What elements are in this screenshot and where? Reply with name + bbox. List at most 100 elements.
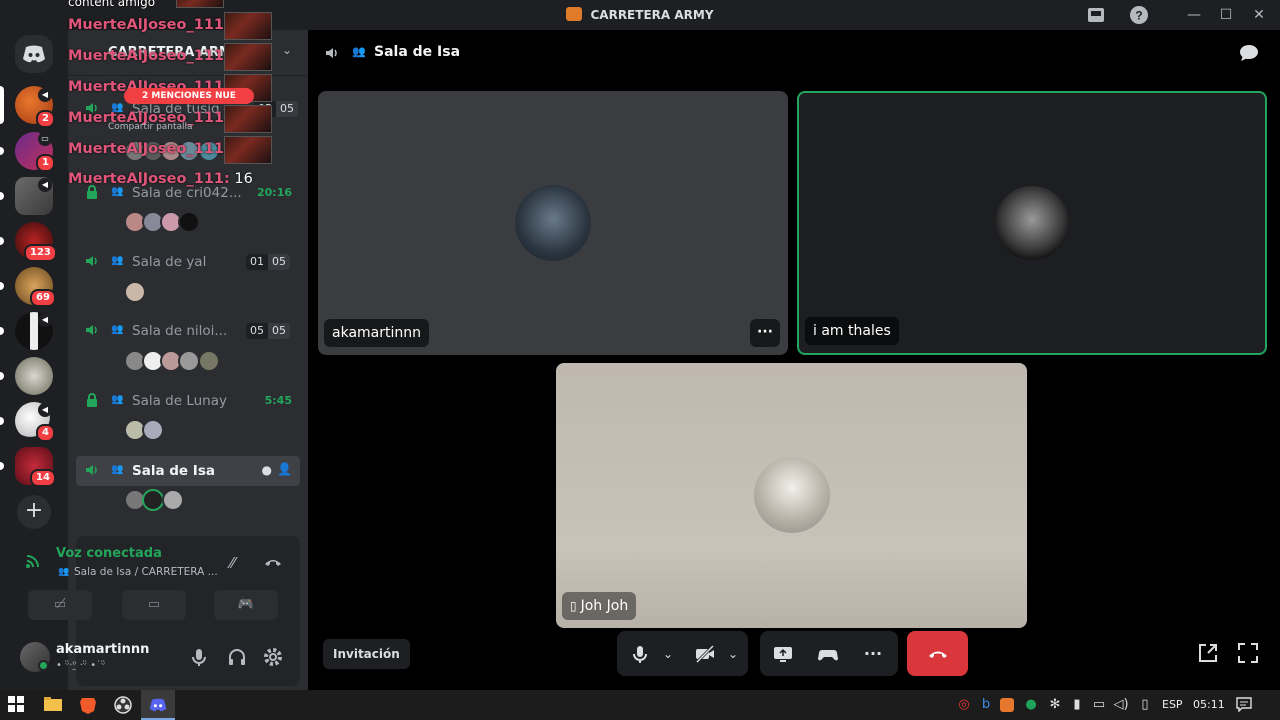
server-badge: 123 (24, 244, 57, 262)
popout-icon[interactable] (1197, 642, 1219, 664)
add-server-button[interactable]: + (17, 495, 51, 529)
avatar[interactable] (178, 211, 200, 233)
language-indicator[interactable]: ESP (1162, 698, 1183, 711)
voice-channel-lunay[interactable]: 👥 Sala de Lunay 5:45 (76, 386, 300, 416)
obs-icon[interactable] (114, 696, 132, 714)
inbox-icon[interactable] (1086, 5, 1106, 25)
tray-orange-icon[interactable] (1000, 698, 1014, 712)
volume-icon[interactable]: ◁) (1112, 696, 1130, 714)
user-limit: 01 05 (246, 254, 290, 270)
discord-home-button[interactable] (15, 35, 53, 73)
more-options-button[interactable]: ··· (750, 319, 780, 347)
voice-channel-niloi[interactable]: 👥 Sala de niloi... 05 05 (76, 316, 300, 346)
voice-location[interactable]: Sala de Isa / CARRETERA ... (74, 566, 218, 578)
chat-icon[interactable] (1238, 43, 1260, 63)
channel-header: 👥 Sala de Isa (308, 30, 1280, 76)
chevron-down-icon[interactable]: ⌄ (657, 643, 679, 665)
chat-bubble-icon[interactable]: ● (262, 463, 272, 477)
overlay-thumbnail (224, 12, 272, 40)
hang-up-icon (928, 651, 947, 658)
mentions-banner[interactable]: 2 MENCIONES NUE (124, 88, 254, 104)
avatar[interactable] (198, 350, 220, 372)
server-icon-7[interactable] (15, 357, 53, 395)
speaker-icon: ◀ (38, 88, 52, 102)
gamepad-icon[interactable] (817, 643, 839, 665)
participant-tile[interactable]: akamartinnn ··· (318, 91, 788, 355)
microphone-icon[interactable] (629, 643, 651, 665)
username[interactable]: akamartinnn (56, 642, 149, 657)
server-badge: 69 (30, 289, 56, 307)
bing-icon[interactable]: b (977, 696, 995, 714)
server-pip (0, 327, 4, 335)
user-icon: 👥 (58, 567, 70, 577)
fullscreen-icon[interactable] (1237, 642, 1259, 664)
tray-app-icon[interactable]: ◎ (955, 696, 973, 714)
help-icon[interactable]: ? (1129, 5, 1149, 25)
video-off-button[interactable]: ▭̸ (28, 590, 92, 620)
voice-channel-yal[interactable]: 👥 Sala de yal 01 05 (76, 247, 300, 277)
screen-share-icon[interactable] (772, 643, 794, 665)
tray-green-icon[interactable]: ● (1022, 696, 1040, 714)
speaker-icon (84, 322, 100, 338)
tray-gear-icon[interactable]: ✻ (1046, 696, 1064, 714)
noise-suppression-icon[interactable]: ⁄⁄ (230, 554, 235, 572)
microphone-icon[interactable] (188, 646, 210, 668)
microphone-tray-icon[interactable]: ▮ (1068, 696, 1086, 714)
voice-status[interactable]: Voz conectada (56, 546, 162, 561)
svg-text:?: ? (1135, 9, 1142, 23)
clock[interactable]: 05:11 (1193, 698, 1225, 711)
notifications-icon[interactable] (1236, 696, 1254, 714)
channel-title: Sala de Isa (374, 44, 461, 60)
gear-icon[interactable] (262, 646, 284, 668)
channel-name: Sala de yal (132, 254, 207, 270)
channel-name: Sala de Isa (132, 463, 215, 479)
speaker-icon: ◀ (38, 313, 52, 327)
file-explorer-icon[interactable] (44, 696, 62, 714)
minimize-button[interactable]: — (1184, 5, 1204, 25)
maximize-button[interactable]: ☐ (1216, 5, 1236, 25)
participant-tile-speaking[interactable]: i am thales (797, 91, 1267, 355)
brave-browser-icon[interactable] (80, 696, 98, 714)
participant-tile[interactable]: ▯ Joh Joh (556, 363, 1027, 628)
invite-button[interactable]: Invitación (323, 639, 410, 669)
close-button[interactable]: ✕ (1249, 5, 1269, 25)
overlay-user: MuerteAlJoseo_111 (68, 171, 224, 187)
signal-icon[interactable] (24, 552, 42, 570)
channel-time: 5:45 (264, 394, 292, 407)
participant-name-label: ▯ Joh Joh (562, 592, 637, 620)
count-max: 05 (268, 254, 290, 270)
disconnect-icon[interactable] (264, 556, 282, 568)
speaker-icon (324, 45, 340, 61)
headphones-icon[interactable] (226, 646, 248, 668)
windows-start-icon[interactable] (8, 696, 26, 714)
channel-time: 20:16 (256, 186, 292, 199)
avatar[interactable] (142, 419, 164, 441)
user-icon: 👥 (111, 255, 124, 266)
discord-taskbar-button[interactable] (141, 690, 175, 720)
network-icon[interactable]: ▭ (1090, 696, 1108, 714)
hang-up-button[interactable] (907, 631, 968, 676)
screen-share-button[interactable]: ▭ (122, 590, 186, 620)
lock-icon (84, 392, 100, 408)
user-icon: 👥 (111, 324, 124, 335)
more-options-icon[interactable]: ··· (862, 643, 884, 665)
avatar[interactable] (142, 489, 164, 511)
speaker-icon (84, 253, 100, 269)
overlay-value: 16 (229, 171, 253, 187)
user-icon: 👥 (111, 464, 124, 475)
voice-channel-isa[interactable]: 👥 Sala de Isa ● 👤 (76, 456, 300, 486)
battery-icon[interactable]: ▯ (1136, 696, 1154, 714)
camera-off-icon[interactable] (694, 643, 716, 665)
avatar[interactable] (124, 281, 146, 303)
channel-name: Sala de cri042... (132, 185, 242, 201)
activity-button[interactable]: 🎮 (214, 590, 278, 620)
invite-user-icon[interactable]: 👤 (277, 462, 292, 476)
avatar[interactable] (178, 350, 200, 372)
overlay-thumbnail (224, 43, 272, 71)
server-pip (0, 417, 4, 425)
chevron-down-icon[interactable]: ⌄ (722, 643, 744, 665)
participant-name: Joh Joh (580, 598, 629, 614)
participant-avatar (754, 457, 830, 533)
avatar[interactable] (162, 489, 184, 511)
server-pip (0, 282, 4, 290)
